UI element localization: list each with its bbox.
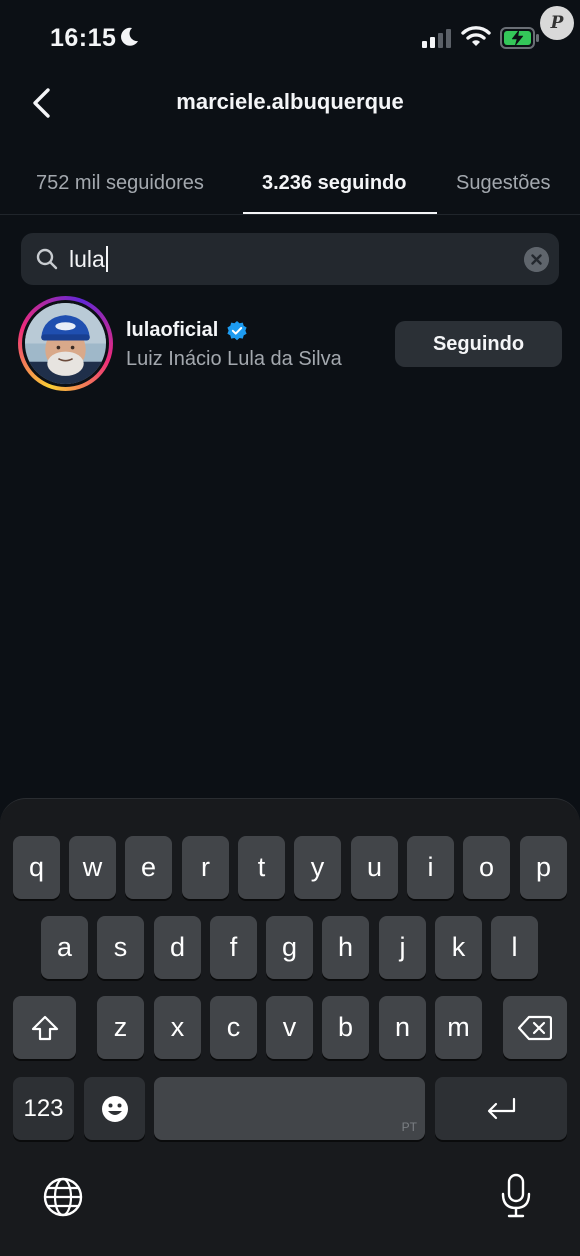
key-f[interactable]: f (210, 916, 257, 979)
key-m[interactable]: m (435, 996, 482, 1059)
key-z[interactable]: z (97, 996, 144, 1059)
shift-key[interactable] (13, 996, 76, 1059)
watermark-logo: P (540, 6, 574, 40)
key-q[interactable]: q (13, 836, 60, 899)
keyboard: q w e r t y u i o p a s d f g h j k l z … (0, 798, 580, 1256)
result-full-name: Luiz Inácio Lula da Silva (126, 348, 342, 370)
key-a[interactable]: a (41, 916, 88, 979)
text-caret (105, 246, 108, 272)
key-p[interactable]: p (520, 836, 567, 899)
key-k[interactable]: k (435, 916, 482, 979)
shift-icon (31, 1015, 58, 1040)
key-i[interactable]: i (407, 836, 454, 899)
return-key[interactable] (435, 1077, 567, 1140)
page-title: marciele.albuquerque (176, 89, 404, 114)
space-bar[interactable]: PT (154, 1077, 425, 1140)
search-field-value[interactable]: lula (69, 246, 108, 273)
key-o[interactable]: o (463, 836, 510, 899)
return-icon (487, 1097, 516, 1119)
backspace-key[interactable] (503, 996, 567, 1059)
result-username[interactable]: lulaoficial (126, 319, 218, 342)
globe-icon[interactable] (42, 1176, 84, 1218)
key-t[interactable]: t (238, 836, 285, 899)
battery-charging-icon (500, 27, 539, 49)
key-j[interactable]: j (379, 916, 426, 979)
signal-icon (422, 29, 451, 48)
tab-following[interactable]: 3.236 seguindo (262, 172, 407, 195)
key-v[interactable]: v (266, 996, 313, 1059)
key-e[interactable]: e (125, 836, 172, 899)
following-button[interactable]: Seguindo (395, 321, 562, 367)
search-input[interactable]: lula (21, 233, 559, 285)
key-x[interactable]: x (154, 996, 201, 1059)
status-time: 16:15 (50, 24, 117, 52)
key-c[interactable]: c (210, 996, 257, 1059)
key-s[interactable]: s (97, 916, 144, 979)
key-n[interactable]: n (379, 996, 426, 1059)
key-r[interactable]: r (182, 836, 229, 899)
key-d[interactable]: d (154, 916, 201, 979)
key-w[interactable]: w (69, 836, 116, 899)
clear-icon[interactable] (524, 247, 549, 272)
wifi-icon (461, 26, 491, 46)
numbers-key[interactable]: 123 (13, 1077, 74, 1140)
tabs-divider (0, 214, 580, 215)
key-b[interactable]: b (322, 996, 369, 1059)
search-icon (36, 248, 58, 270)
key-y[interactable]: y (294, 836, 341, 899)
key-g[interactable]: g (266, 916, 313, 979)
verified-badge-icon (227, 321, 247, 341)
microphone-icon[interactable] (500, 1172, 532, 1220)
key-l[interactable]: l (491, 916, 538, 979)
tab-suggestions[interactable]: Sugestões (456, 172, 551, 195)
tab-followers[interactable]: 752 mil seguidores (36, 172, 204, 195)
keyboard-language-label: PT (401, 1120, 417, 1134)
search-text: lula (69, 246, 105, 272)
key-h[interactable]: h (322, 916, 369, 979)
profile-photo (25, 303, 106, 384)
moon-icon (121, 27, 138, 46)
key-u[interactable]: u (351, 836, 398, 899)
emoji-key[interactable] (84, 1077, 145, 1140)
avatar[interactable] (18, 296, 113, 391)
backspace-icon (518, 1015, 552, 1040)
emoji-icon (101, 1095, 128, 1122)
